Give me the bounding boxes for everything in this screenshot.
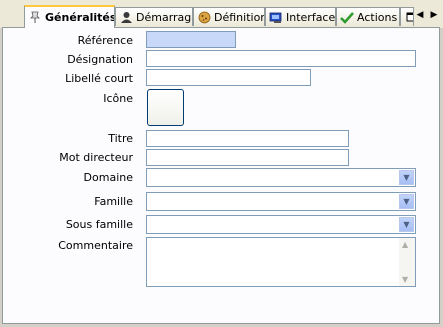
- tab-strip: Généralités Démarrage Définition Interfa…: [0, 0, 443, 28]
- famille-label: Famille: [94, 195, 133, 208]
- tab-demarrage[interactable]: Démarrage: [115, 7, 193, 26]
- tab-actions[interactable]: Actions: [336, 7, 400, 26]
- commentaire-textarea[interactable]: ▲ ▼: [146, 237, 416, 287]
- tab-scroll-buttons: ◀ ▶: [414, 8, 440, 22]
- checkmark-icon: [340, 10, 354, 24]
- chevron-down-icon[interactable]: ▼: [399, 194, 414, 209]
- libelle-court-label: Libellé court: [65, 72, 133, 85]
- cookie-icon: [197, 10, 211, 24]
- tab-label: Actions: [357, 10, 398, 24]
- titre-label: Titre: [108, 132, 133, 145]
- famille-select[interactable]: ▼: [146, 192, 416, 211]
- vertical-scrollbar[interactable]: ▲ ▼: [399, 238, 415, 286]
- chevron-down-icon[interactable]: ▼: [399, 170, 414, 185]
- scroll-up-icon[interactable]: ▲: [402, 240, 408, 249]
- pin-icon: [28, 11, 42, 25]
- chevron-right-icon[interactable]: ▶: [428, 8, 440, 22]
- reference-field[interactable]: [146, 31, 236, 48]
- domaine-select[interactable]: ▼: [146, 168, 416, 187]
- tab-label: Définition: [214, 10, 265, 24]
- titre-field[interactable]: [146, 130, 349, 147]
- domaine-label: Domaine: [83, 171, 133, 184]
- chevron-down-icon[interactable]: ▼: [399, 217, 414, 232]
- designation-label: Désignation: [67, 53, 133, 66]
- tab-label: Démarrage: [136, 10, 193, 24]
- icon-picker-button[interactable]: [147, 89, 184, 126]
- reference-label: Référence: [77, 34, 133, 47]
- window-icon: [404, 10, 413, 24]
- mot-directeur-label: Mot directeur: [59, 151, 133, 164]
- sous-famille-label: Sous famille: [65, 218, 133, 231]
- person-icon: [119, 10, 133, 24]
- mot-directeur-field[interactable]: [146, 149, 349, 166]
- chevron-left-icon[interactable]: ◀: [414, 8, 426, 22]
- tab-label: Interface: [286, 10, 336, 24]
- libelle-court-field[interactable]: [146, 69, 311, 86]
- window-icon: [269, 10, 283, 24]
- tab-definition[interactable]: Définition: [193, 7, 265, 26]
- scroll-down-icon[interactable]: ▼: [402, 275, 408, 284]
- designation-field[interactable]: [146, 50, 416, 67]
- tab-interface[interactable]: Interface: [265, 7, 336, 26]
- icone-label: Icône: [103, 92, 133, 105]
- sous-famille-select[interactable]: ▼: [146, 215, 416, 234]
- commentaire-label: Commentaire: [58, 239, 133, 252]
- tab-generalites[interactable]: Généralités: [24, 5, 115, 28]
- tab-overflow[interactable]: [400, 7, 414, 26]
- tab-label: Généralités: [45, 11, 115, 24]
